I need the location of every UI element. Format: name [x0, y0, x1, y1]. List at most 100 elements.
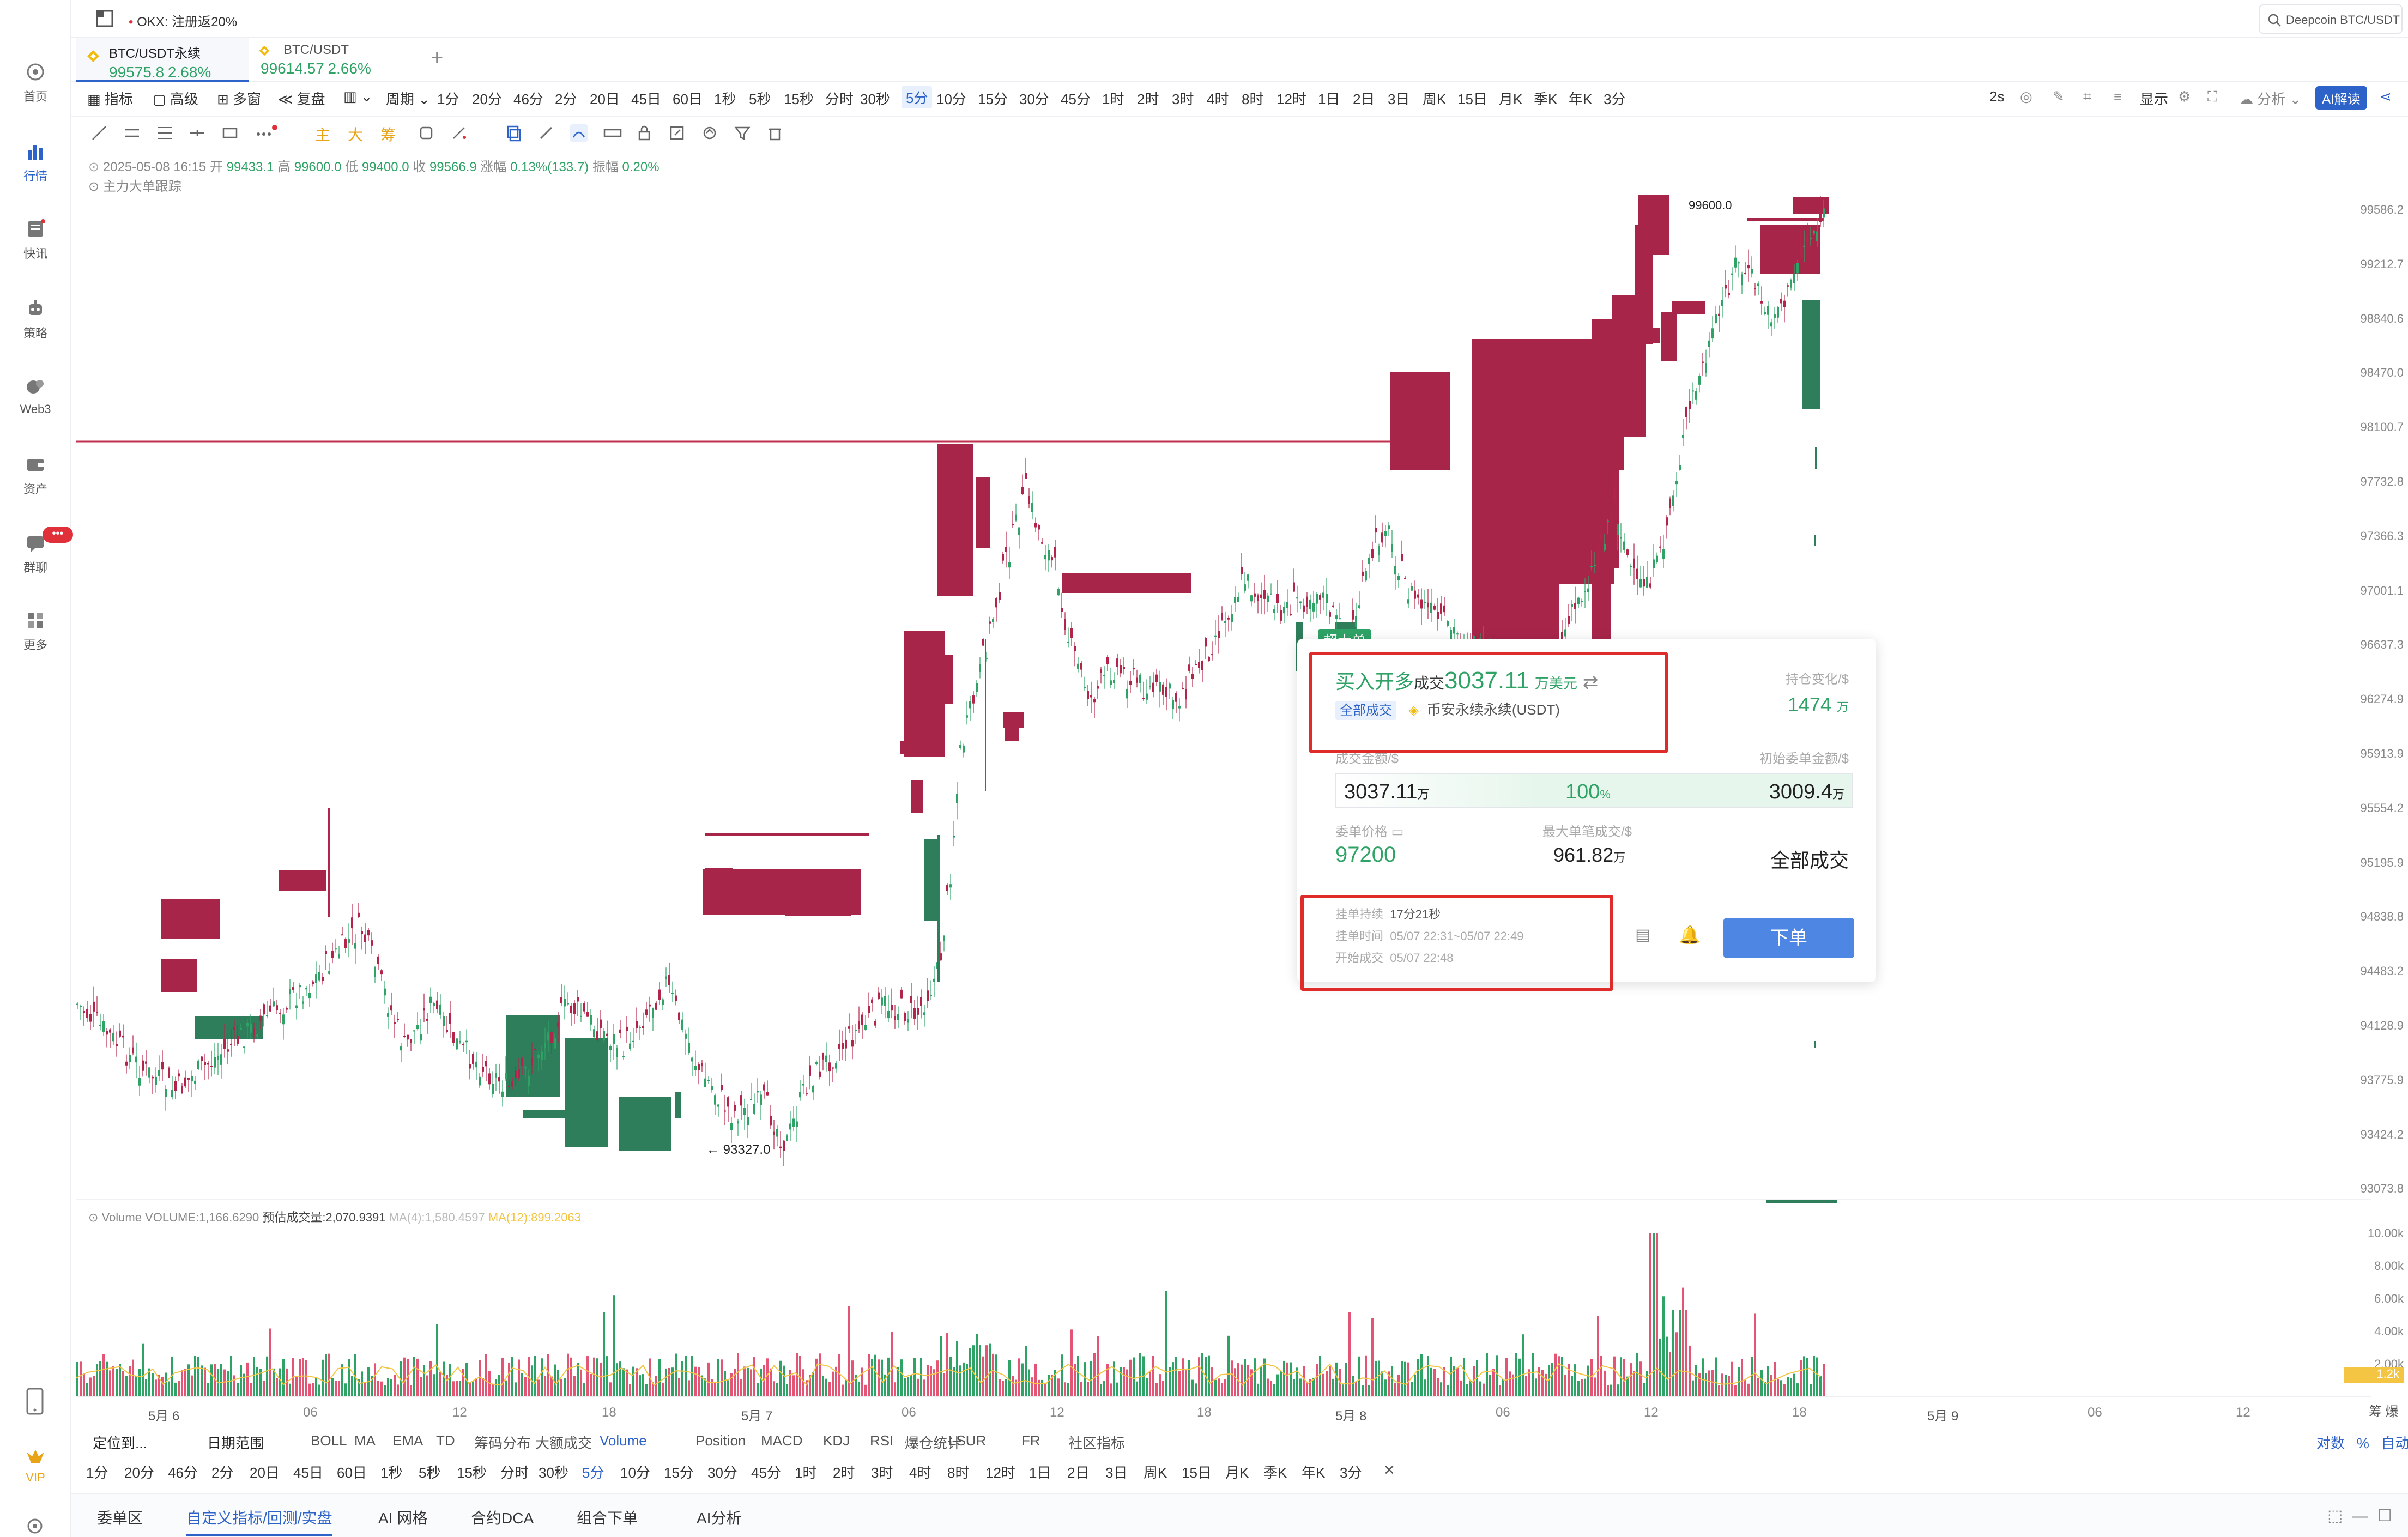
bottom-interval-2分[interactable]: 2分 [211, 1462, 233, 1482]
list-icon[interactable]: ≡ [2114, 88, 2122, 105]
interval-1时[interactable]: 1时 [1102, 88, 1124, 108]
interval-1秒[interactable]: 1秒 [714, 88, 736, 108]
eye-icon[interactable] [701, 124, 718, 142]
tool-2[interactable]: BOLL [311, 1432, 347, 1449]
camera-icon[interactable]: ◎ [2020, 88, 2032, 105]
bottom-interval-3日[interactable]: 3日 [1105, 1462, 1127, 1482]
tool-0[interactable]: 定位到... [93, 1432, 147, 1453]
settings-icon[interactable] [25, 1516, 45, 1537]
tool-11[interactable]: KDJ [823, 1432, 850, 1449]
bottom-interval-1秒[interactable]: 1秒 [380, 1462, 402, 1482]
interval-3时[interactable]: 3时 [1172, 88, 1194, 108]
sidebar-item-more[interactable]: 更多 [0, 609, 71, 653]
bottom-interval-4时[interactable]: 4时 [909, 1462, 931, 1482]
interval-4时[interactable]: 4时 [1207, 88, 1229, 108]
interval-15分[interactable]: 15分 [978, 88, 1008, 108]
collapse-icon[interactable]: ⊙ [88, 160, 99, 174]
pen-icon[interactable]: ✎ [2053, 88, 2065, 105]
interval-3分[interactable]: 3分 [1604, 88, 1625, 108]
place-order-button[interactable]: 下单 [1723, 918, 1854, 958]
minimize-icon[interactable]: — [2352, 1507, 2368, 1525]
tool-16[interactable]: 社区指标 [1068, 1432, 1125, 1453]
bottom-interval-5分[interactable]: 5分 [582, 1462, 604, 1482]
search-input[interactable]: Deepcoin BTC/USDT [2259, 4, 2403, 34]
bottom-interval-2日[interactable]: 2日 [1067, 1462, 1089, 1482]
multi-window-button[interactable]: ⊞ 多窗 [217, 88, 261, 108]
filter-icon[interactable] [734, 124, 751, 142]
bottom-interval-10分[interactable]: 10分 [620, 1462, 650, 1482]
tab-btc-usdt-spot[interactable]: BTC/USDT 99614.57 2.66% [251, 38, 414, 82]
horizontal-line-icon[interactable] [189, 124, 206, 142]
bottom-interval-1时[interactable]: 1时 [795, 1462, 816, 1482]
display-button[interactable]: 显示 [2140, 88, 2168, 108]
bottom-interval-周K[interactable]: 周K [1144, 1462, 1167, 1482]
tool-14[interactable]: LSUR [948, 1432, 986, 1449]
tool-6[interactable]: 筹码分布 [474, 1432, 531, 1453]
interval-30分[interactable]: 30分 [1019, 88, 1049, 108]
rectangle-tool-icon[interactable] [221, 124, 239, 142]
bottom-interval-年K[interactable]: 年K [1302, 1462, 1325, 1482]
refresh-rate[interactable]: 2s [1989, 88, 2004, 105]
interval-10分[interactable]: 10分 [936, 88, 966, 108]
log-scale-button[interactable]: 对数 [2316, 1435, 2345, 1451]
brush-icon[interactable] [450, 124, 468, 142]
interval-46分[interactable]: 46分 [513, 88, 543, 108]
sidebar-item-market[interactable]: 行情 [0, 141, 71, 184]
vip-button[interactable]: VIP [0, 1448, 71, 1485]
parallel-channel-icon[interactable] [123, 124, 141, 142]
edit-icon[interactable] [668, 124, 686, 142]
bottom-interval-5秒[interactable]: 5秒 [419, 1462, 440, 1482]
interval-45日[interactable]: 45日 [631, 88, 661, 108]
sidebar-item-strategy[interactable]: 策略 [0, 298, 71, 341]
bottom-interval-15分[interactable]: 15分 [664, 1462, 694, 1482]
chips-marker[interactable]: 筹 [380, 123, 396, 145]
replay-button[interactable]: ≪ 复盘 [278, 88, 325, 108]
tool-9[interactable]: Position [695, 1432, 746, 1449]
panel-tab-5[interactable]: AI分析 [697, 1506, 741, 1528]
ruler-icon[interactable] [603, 124, 622, 142]
restore-icon[interactable]: ⬚ [2327, 1507, 2343, 1525]
bottom-interval-3分[interactable]: 3分 [1340, 1462, 1362, 1482]
bottom-interval-30分[interactable]: 30分 [707, 1462, 737, 1482]
panel-tab-0[interactable]: 委单区 [97, 1506, 143, 1528]
big-order-tracker[interactable]: ⊙ 主力大单跟踪 [88, 176, 181, 195]
tab-btc-usdt-perp[interactable]: BTC/USDT永续 99575.8 2.68% [76, 38, 249, 82]
bottom-interval-30秒[interactable]: 30秒 [539, 1462, 568, 1482]
fullscreen-icon[interactable]: ⛶ [2207, 88, 2217, 106]
link-icon[interactable] [537, 124, 555, 142]
period-button[interactable]: 周期 ⌄ [386, 88, 430, 108]
bottom-interval-45日[interactable]: 45日 [293, 1462, 323, 1482]
interval-年K[interactable]: 年K [1569, 88, 1592, 108]
sidebar-item-news[interactable]: 快讯 [0, 218, 71, 262]
interval-2时[interactable]: 2时 [1137, 88, 1159, 108]
interval-分时[interactable]: 分时 [825, 88, 854, 108]
share-icon[interactable]: ⋖ [2380, 88, 2392, 105]
draw-mode-icon[interactable] [570, 124, 588, 142]
tool-1[interactable]: 日期范围 [207, 1432, 264, 1453]
interval-20分[interactable]: 20分 [472, 88, 502, 108]
note-icon[interactable]: ▤ [1635, 925, 1650, 945]
interval-5分[interactable]: 5分 [902, 86, 933, 108]
tool-4[interactable]: EMA [392, 1432, 423, 1449]
tool-10[interactable]: MACD [761, 1432, 803, 1449]
interval-1分[interactable]: 1分 [437, 88, 459, 108]
interval-月K[interactable]: 月K [1499, 88, 1522, 108]
analysis-button[interactable]: ☁ 分析 ⌄ [2239, 88, 2301, 108]
fib-tool-icon[interactable] [156, 124, 173, 142]
sidebar-item-web3[interactable]: Web3 [0, 376, 71, 416]
interval-2日[interactable]: 2日 [1353, 88, 1375, 108]
panel-tab-4[interactable]: 组合下单 [577, 1506, 638, 1528]
interval-20日[interactable]: 20日 [590, 88, 620, 108]
interval-季K[interactable]: 季K [1534, 88, 1557, 108]
panel-tab-3[interactable]: 合约DCA [471, 1506, 534, 1528]
auto-scale-button[interactable]: 自动 [2381, 1435, 2408, 1451]
copy-icon[interactable] [505, 124, 522, 142]
main-force-marker[interactable]: 主 [315, 123, 330, 145]
bell-icon[interactable]: 🔔 [1679, 924, 1701, 945]
chart-type-button[interactable]: ▥ ⌄ [343, 88, 373, 105]
big-order-marker[interactable]: 大 [348, 123, 363, 145]
interval-2分[interactable]: 2分 [555, 88, 577, 108]
bottom-interval-2时[interactable]: 2时 [833, 1462, 855, 1482]
mobile-icon[interactable] [25, 1388, 45, 1418]
bottom-interval-60日[interactable]: 60日 [337, 1462, 367, 1482]
